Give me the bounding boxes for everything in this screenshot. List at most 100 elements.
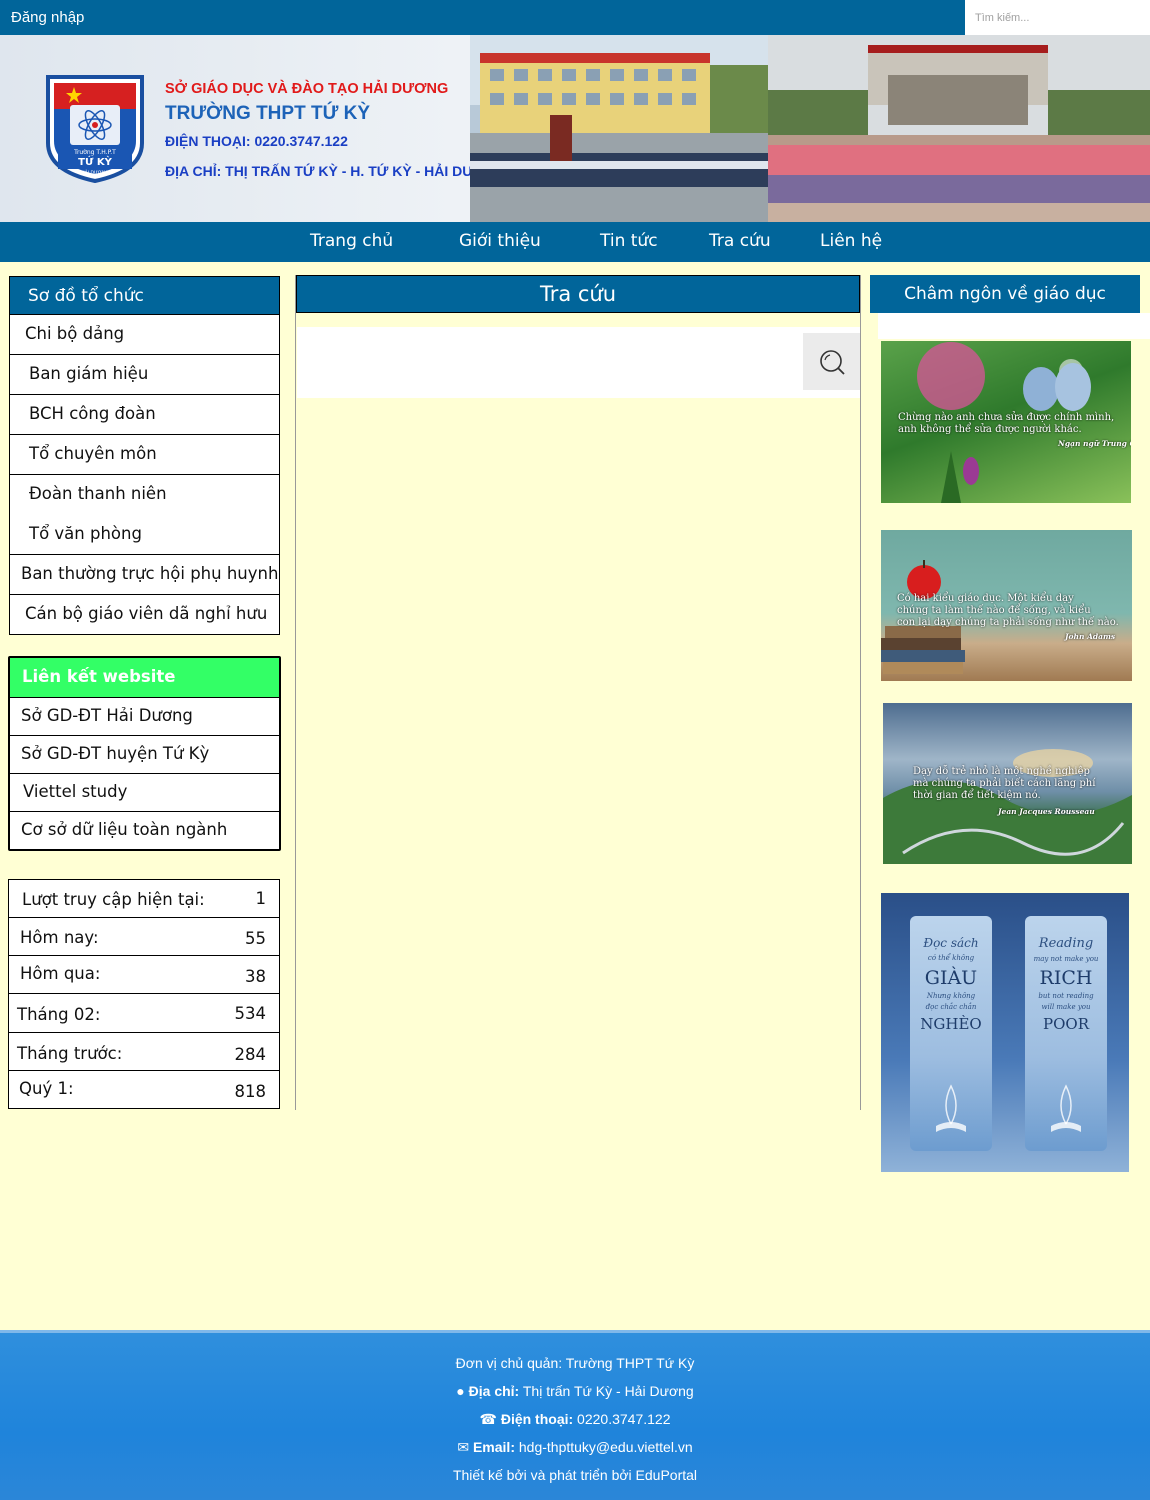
quote-line: con lại dạy chúng ta phải sống như thế n… — [897, 617, 1119, 628]
stat-label: Tháng 02: — [17, 1005, 101, 1024]
org-item-board[interactable]: Ban giám hiệu — [9, 355, 280, 395]
bookmark-text: will make you — [1041, 1003, 1091, 1011]
quotes-header: Châm ngôn về giáo dục — [870, 275, 1140, 313]
link-database[interactable]: Cơ sở dữ liệu toàn ngành — [10, 811, 279, 849]
bookmark-vietnamese: Đọc sách có thể không GIÀU Nhưng không đ… — [910, 916, 992, 1151]
stat-row: Hôm qua: 38 — [9, 956, 279, 994]
envelope-icon: ✉ — [457, 1439, 470, 1455]
quote-line: anh không thể sửa được người khác. — [898, 424, 1082, 435]
quote-image-butterfly[interactable]: Chừng nào anh chưa sửa được chính mình, … — [881, 341, 1131, 503]
stat-value: 1 — [255, 889, 267, 908]
header-banner: Trường T.H.P.T TỨ KỲ HẢI DƯƠNG SỞ GIÁO D… — [0, 35, 1150, 222]
school-logo: Trường T.H.P.T TỨ KỲ HẢI DƯƠNG — [46, 75, 144, 183]
footer-email-label: Email: — [472, 1439, 515, 1455]
org-item-youth[interactable]: Đoàn thanh niên — [9, 475, 280, 516]
stat-value: 284 — [234, 1045, 267, 1064]
nav-contact[interactable]: Liên hệ — [820, 231, 882, 251]
bookmark-english: Reading may not make you RICH but not re… — [1025, 916, 1107, 1151]
main-nav: Trang chủ Giới thiệu Tin tức Tra cứu Liê… — [0, 222, 1150, 262]
stat-value: 534 — [234, 1004, 267, 1023]
link-so-gd-tu-ky[interactable]: Sở GD-ĐT huyện Tứ Kỳ — [10, 735, 279, 773]
nav-about[interactable]: Giới thiệu — [459, 231, 541, 251]
org-item-office[interactable]: Tổ văn phòng — [9, 515, 280, 555]
footer-phone-label: Điện thoại: — [500, 1411, 574, 1427]
quote-author: Ngạn ngữ Trung Quốc — [1058, 439, 1131, 448]
quote-line: chúng ta làm thế nào để sống, và kiểu — [897, 605, 1091, 616]
school-phone: ĐIỆN THOẠI: 0220.3747.122 — [165, 133, 348, 149]
lookup-search-bar — [297, 327, 860, 398]
site-search-input[interactable] — [965, 0, 1150, 35]
footer-email-link[interactable]: hdg-thpttuky@edu.viettel.vn — [515, 1439, 693, 1455]
bookmark-text: Đọc sách — [923, 936, 979, 950]
school-ceremony-photo — [470, 35, 768, 222]
teachers-group-photo — [768, 35, 1150, 222]
top-bar: Đăng nhập — [0, 0, 1150, 35]
link-viettel-study[interactable]: Viettel study — [10, 773, 279, 811]
login-link[interactable]: Đăng nhập — [11, 9, 84, 26]
org-item-union[interactable]: BCH công đoàn — [9, 395, 280, 435]
quotes-header-spacer — [878, 313, 1150, 339]
stat-label: Tháng trước: — [17, 1044, 123, 1063]
footer-owner: Đơn vị chủ quản: Trường THPT Tứ Kỳ — [455, 1355, 695, 1371]
main-content: Tra cứu — [295, 275, 861, 1110]
stat-value: 55 — [245, 929, 266, 948]
footer-address-value: Thị trấn Tứ Kỳ - Hải Dương — [519, 1383, 694, 1399]
map-marker-icon: ● — [456, 1383, 465, 1399]
phone-icon: ☎ — [479, 1411, 497, 1427]
bookmark-text: Nhưng không — [926, 992, 976, 1000]
footer-credit: Thiết kế bởi và phát triển bởi EduPortal — [452, 1467, 698, 1483]
org-item-retired[interactable]: Cán bộ giáo viên dã nghỉ hưu — [9, 595, 280, 635]
bookmark-text: POOR — [1043, 1015, 1089, 1033]
butterflies-book-graphic — [936, 1084, 966, 1132]
logo-text-top: Trường T.H.P.T — [73, 149, 116, 156]
visit-stats: Lượt truy cập hiện tại: 1 Hôm nay: 55 Hô… — [8, 879, 280, 1109]
link-so-gd-hai-duong[interactable]: Sở GD-ĐT Hải Dương — [10, 697, 279, 735]
bookmark-text: GIÀU — [924, 967, 978, 989]
nav-home[interactable]: Trang chủ — [310, 231, 393, 251]
nav-news[interactable]: Tin tức — [600, 231, 658, 251]
stat-row: Quý 1: 818 — [9, 1071, 279, 1109]
footer-email: ✉ Email: hdg-thpttuky@edu.viettel.vn — [0, 1439, 1150, 1456]
org-item-parents[interactable]: Ban thường trực hội phụ huynh — [9, 555, 280, 595]
page-title: Tra cứu — [296, 275, 860, 313]
school-name: TRƯỜNG THPT TỨ KỲ — [165, 103, 371, 124]
bookmark-text: but not reading — [1038, 992, 1094, 1000]
footer: Đơn vị chủ quản: Trường THPT Tứ Kỳ ● Địa… — [0, 1330, 1150, 1500]
stat-label: Quý 1: — [19, 1079, 74, 1098]
links-header: Liên kết website — [10, 658, 279, 697]
department-name: SỞ GIÁO DỤC VÀ ĐÀO TẠO HẢI DƯƠNG — [165, 81, 449, 97]
quote-image-bookmarks[interactable]: Đọc sách có thể không GIÀU Nhưng không đ… — [881, 893, 1129, 1172]
bookmark-text: NGHÈO — [920, 1015, 982, 1033]
bookmark-text: đọc chắc chắn — [925, 1003, 977, 1011]
stat-row: Tháng trước: 284 — [9, 1033, 279, 1071]
stat-label: Hôm nay: — [20, 928, 99, 947]
org-item-party[interactable]: Chi bộ dảng — [9, 315, 280, 355]
bookmark-text: may not make you — [1033, 955, 1099, 963]
quote-line: Có hai kiểu giáo dục. Một kiểu dạy — [897, 593, 1074, 604]
quote-image-landscape[interactable]: Dạy dỗ trẻ nhỏ là một nghề nghiệp mà chú… — [883, 703, 1132, 864]
stat-value: 38 — [245, 967, 266, 986]
lookup-search-button[interactable] — [803, 333, 860, 390]
school-info: SỞ GIÁO DỤC VÀ ĐÀO TẠO HẢI DƯƠNG TRƯỜNG … — [165, 81, 507, 179]
search-icon — [819, 349, 845, 375]
lookup-search-input[interactable] — [297, 327, 803, 398]
footer-address-label: Địa chỉ: — [468, 1383, 520, 1399]
footer-address: ● Địa chỉ: Thị trấn Tứ Kỳ - Hải Dương — [0, 1383, 1150, 1399]
bookmark-text: có thể không — [927, 954, 975, 962]
quote-author: John Adams — [1065, 632, 1116, 641]
logo-text-name: TỨ KỲ — [78, 155, 112, 168]
quote-line: Dạy dỗ trẻ nhỏ là một nghề nghiệp — [913, 766, 1090, 777]
stat-row: Hôm nay: 55 — [9, 918, 279, 956]
footer-phone: ☎ Điện thoại: 0220.3747.122 — [0, 1411, 1150, 1428]
stat-row: Lượt truy cập hiện tại: 1 — [9, 880, 279, 918]
org-item-departments[interactable]: Tổ chuyên môn — [9, 435, 280, 475]
quote-author: Jean Jacques Rousseau — [998, 807, 1095, 816]
footer-phone-value: 0220.3747.122 — [573, 1411, 671, 1427]
quote-image-apple[interactable]: Có hai kiểu giáo dục. Một kiểu dạy chúng… — [881, 530, 1132, 681]
nav-lookup[interactable]: Tra cứu — [709, 231, 771, 251]
links-box: Liên kết website Sở GD-ĐT Hải Dương Sở G… — [8, 656, 281, 851]
quote-line: Chừng nào anh chưa sửa được chính mình, — [898, 412, 1115, 423]
org-header: Sơ đồ tổ chức — [9, 276, 280, 315]
quote-line: mà chúng ta phải biết cách lãng phí — [913, 778, 1096, 789]
stat-row: Tháng 02: 534 — [9, 994, 279, 1033]
